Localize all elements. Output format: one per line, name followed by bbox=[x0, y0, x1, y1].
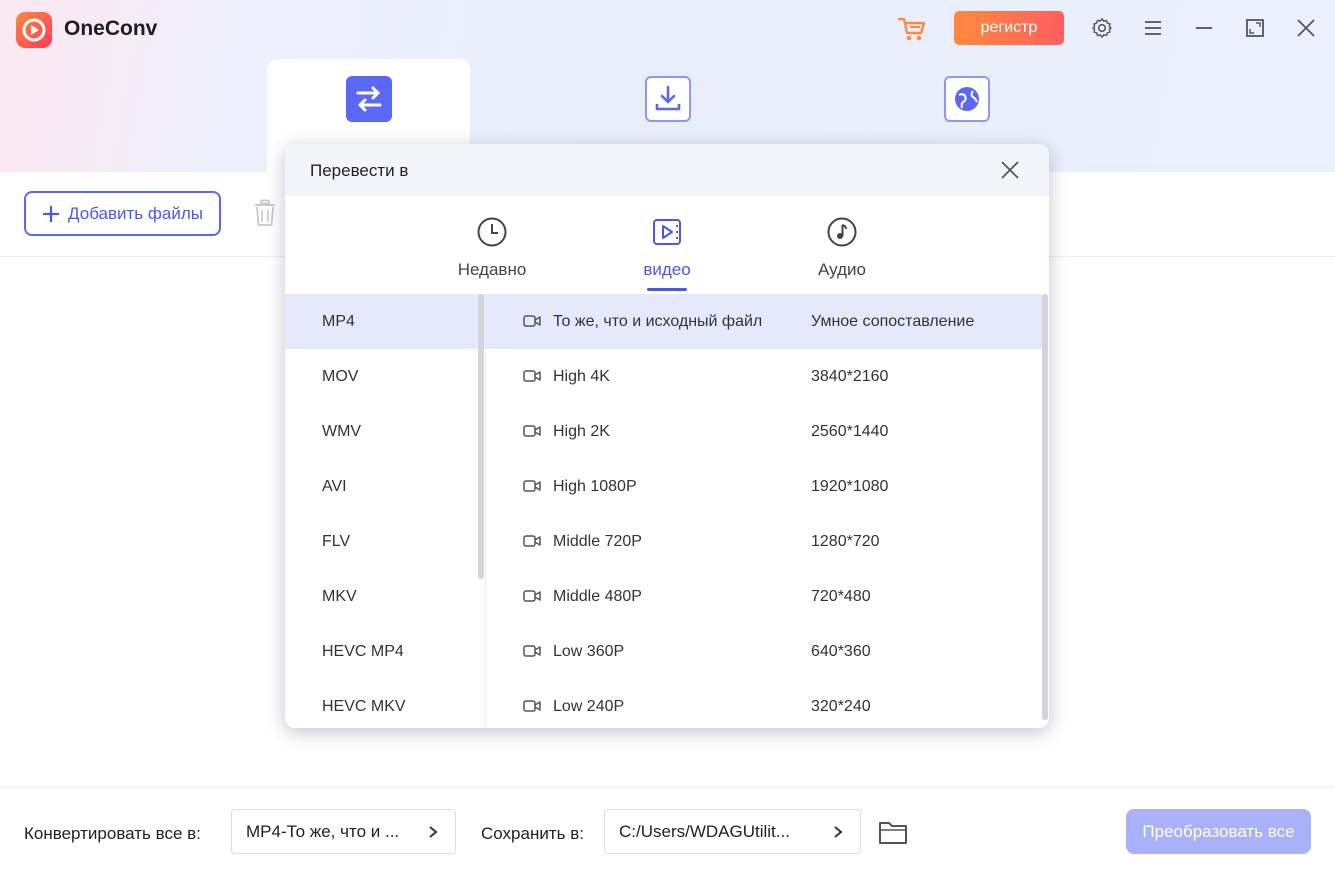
preset-name: Middle 480P bbox=[553, 588, 642, 605]
active-tab-indicator bbox=[647, 288, 687, 291]
camera-icon bbox=[523, 425, 541, 437]
video-icon bbox=[653, 219, 681, 245]
minimize-icon[interactable] bbox=[1192, 16, 1216, 40]
online-mode-icon[interactable] bbox=[944, 76, 990, 122]
preset-row[interactable]: Low 360P 640*360 bbox=[486, 624, 1042, 679]
chevron-right-icon bbox=[834, 826, 843, 838]
menu-icon[interactable] bbox=[1141, 16, 1165, 40]
tab-recent[interactable]: Недавно bbox=[422, 216, 562, 296]
preset-name: Middle 720P bbox=[553, 533, 642, 550]
register-button[interactable]: регистр bbox=[954, 11, 1064, 45]
preset-resolution: 2560*1440 bbox=[811, 423, 889, 440]
format-list: MP4 MOV WMV AVI FLV MKV HEVC MP4 HEVC MK… bbox=[285, 294, 485, 728]
tab-recent-label: Недавно bbox=[457, 260, 527, 279]
camera-icon bbox=[523, 370, 541, 382]
preset-row[interactable]: То же, что и исходный файл Умное сопоста… bbox=[486, 294, 1042, 349]
preset-name: High 4K bbox=[553, 368, 610, 385]
preset-resolution: 1920*1080 bbox=[811, 478, 889, 495]
preset-resolution: 640*360 bbox=[811, 643, 871, 660]
preset-resolution: 320*240 bbox=[811, 698, 871, 715]
format-item-avi[interactable]: AVI bbox=[285, 459, 485, 514]
format-item-mp4[interactable]: MP4 bbox=[285, 294, 485, 349]
maximize-icon[interactable] bbox=[1243, 16, 1267, 40]
format-item-mov[interactable]: MOV bbox=[285, 349, 485, 404]
preset-name: Low 240P bbox=[553, 698, 625, 715]
music-icon bbox=[827, 217, 857, 247]
preset-row[interactable]: High 1080P 1920*1080 bbox=[486, 459, 1042, 514]
dialog-title: Перевести в bbox=[310, 161, 409, 180]
format-item-flv[interactable]: FLV bbox=[285, 514, 485, 569]
save-to-select[interactable]: C:/Users/WDAGUtilit... bbox=[604, 809, 861, 854]
format-item-hevc-mkv[interactable]: HEVC MKV bbox=[285, 679, 485, 728]
preset-list: То же, что и исходный файл Умное сопоста… bbox=[486, 294, 1042, 728]
preset-name: High 2K bbox=[553, 423, 610, 440]
convert-all-button[interactable]: Преобразовать все bbox=[1126, 809, 1311, 854]
save-to-label: Сохранить в: bbox=[481, 824, 584, 843]
preset-resolution: 720*480 bbox=[811, 588, 871, 605]
app-logo-icon bbox=[16, 12, 52, 48]
add-files-button[interactable]: Добавить файлы bbox=[24, 191, 221, 236]
convert-all-select[interactable]: MP4-То же, что и ... bbox=[231, 809, 456, 854]
preset-resolution: 1280*720 bbox=[811, 533, 880, 550]
format-list-scrollbar[interactable] bbox=[478, 294, 484, 579]
preset-name: Low 360P bbox=[553, 643, 625, 660]
app-title: OneConv bbox=[64, 17, 158, 40]
tab-audio[interactable]: Аудио bbox=[772, 216, 912, 296]
trash-icon[interactable] bbox=[252, 199, 278, 227]
format-item-hevc-mp4[interactable]: HEVC MP4 bbox=[285, 624, 485, 679]
preset-row[interactable]: High 4K 3840*2160 bbox=[486, 349, 1042, 404]
camera-icon bbox=[523, 590, 541, 602]
format-item-wmv[interactable]: WMV bbox=[285, 404, 485, 459]
close-icon[interactable] bbox=[1000, 160, 1020, 180]
camera-icon bbox=[523, 700, 541, 712]
convert-all-label: Конвертировать все в: bbox=[24, 824, 201, 843]
cart-icon[interactable] bbox=[897, 15, 927, 43]
plus-icon bbox=[43, 205, 60, 222]
tab-audio-label: Аудио bbox=[818, 260, 866, 279]
convert-all-value: MP4-То же, что и ... bbox=[246, 821, 400, 841]
preset-row[interactable]: Middle 480P 720*480 bbox=[486, 569, 1042, 624]
preset-row[interactable]: Low 240P 320*240 bbox=[486, 679, 1042, 728]
close-window-icon[interactable] bbox=[1294, 16, 1318, 40]
preset-row[interactable]: High 2K 2560*1440 bbox=[486, 404, 1042, 459]
preset-resolution: 3840*2160 bbox=[811, 368, 889, 385]
clock-icon bbox=[477, 217, 507, 247]
camera-icon bbox=[523, 480, 541, 492]
folder-icon[interactable] bbox=[878, 818, 908, 846]
preset-resolution: Умное сопоставление bbox=[811, 313, 975, 330]
convert-mode-icon[interactable] bbox=[346, 76, 392, 122]
preset-row[interactable]: Middle 720P 1280*720 bbox=[486, 514, 1042, 569]
chevron-right-icon bbox=[429, 826, 438, 838]
download-mode-icon[interactable] bbox=[645, 76, 691, 122]
camera-icon bbox=[523, 645, 541, 657]
add-files-label: Добавить файлы bbox=[68, 203, 203, 223]
camera-icon bbox=[523, 315, 541, 327]
preset-name: High 1080P bbox=[553, 478, 637, 495]
format-item-mkv[interactable]: MKV bbox=[285, 569, 485, 624]
save-to-value: C:/Users/WDAGUtilit... bbox=[619, 821, 790, 841]
gear-icon[interactable] bbox=[1090, 16, 1114, 40]
tab-video[interactable]: видео bbox=[597, 216, 737, 296]
preset-name: То же, что и исходный файл bbox=[553, 313, 763, 330]
tab-video-label: видео bbox=[643, 260, 691, 279]
preset-list-scrollbar[interactable] bbox=[1042, 294, 1048, 720]
convert-to-dialog: Перевести в Недавно видео Аудио MP4 MOV … bbox=[285, 144, 1049, 728]
camera-icon bbox=[523, 535, 541, 547]
